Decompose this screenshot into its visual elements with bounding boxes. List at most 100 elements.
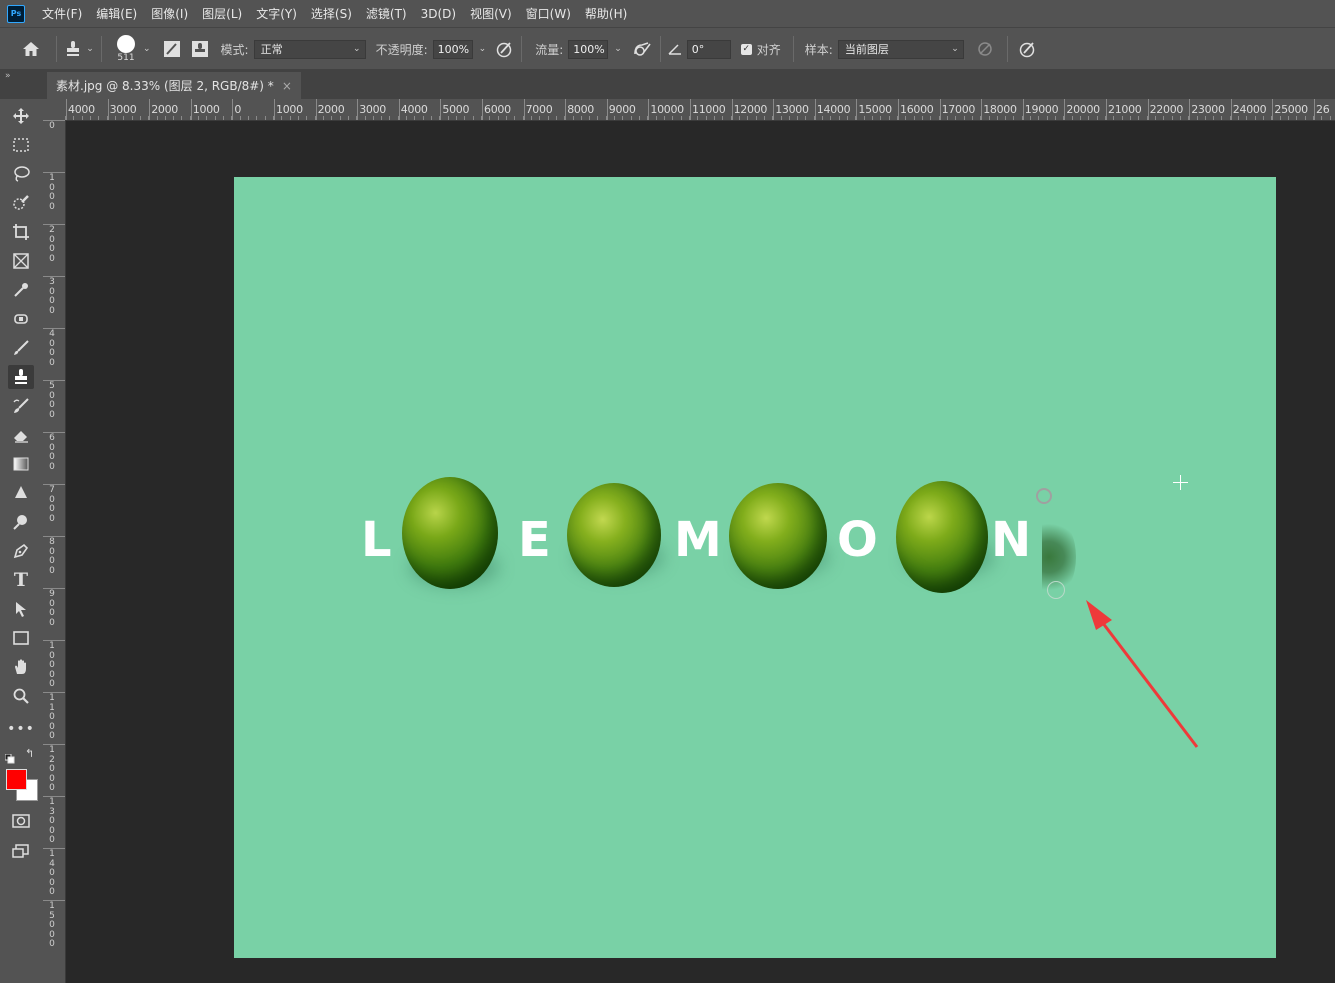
ruler-tick [690, 99, 691, 120]
frame-tool-icon[interactable] [8, 249, 34, 273]
ignore-adjustment-layers-icon[interactable] [970, 41, 1000, 57]
opacity-input[interactable]: 100% [432, 39, 473, 59]
toggle-clone-source-icon[interactable] [185, 40, 215, 58]
eyedropper-tool-icon[interactable] [8, 278, 34, 302]
menu-layer[interactable]: 图层(L) [202, 5, 242, 22]
ruler-minor-tick [1005, 116, 1007, 120]
ruler-minor-tick [672, 116, 674, 120]
move-tool-icon[interactable] [8, 104, 34, 128]
zoom-tool-icon[interactable] [8, 684, 34, 708]
ruler-minor-tick [647, 116, 649, 120]
angle-input[interactable]: 0° [686, 39, 731, 59]
sample-select[interactable]: 当前图层 ⌄ [837, 39, 964, 59]
close-icon[interactable]: × [282, 79, 292, 93]
quick-select-tool-icon[interactable] [8, 191, 34, 215]
menu-bar: Ps 文件(F) 编辑(E) 图像(I) 图层(L) 文字(Y) 选择(S) 滤… [0, 0, 1335, 27]
ruler-minor-tick [422, 116, 424, 120]
history-brush-tool-icon[interactable] [8, 394, 34, 418]
foreground-color-swatch[interactable] [6, 769, 27, 790]
rectangle-tool-icon[interactable] [8, 626, 34, 650]
path-select-tool-icon[interactable] [8, 597, 34, 621]
vertical-ruler[interactable]: 0 1000 2000 3000 4000 5000 6000 7000 8000 9000 100… [43, 120, 66, 983]
ruler-tick [814, 99, 816, 120]
ruler-minor-tick [722, 116, 724, 120]
photoshop-logo-icon: Ps [7, 4, 25, 23]
ruler-tick [149, 99, 151, 120]
gradient-tool-icon[interactable] [8, 452, 34, 476]
ruler-minor-tick [414, 116, 416, 120]
ruler-minor-tick [589, 116, 591, 120]
ruler-tick [1189, 99, 1191, 120]
menu-view[interactable]: 视图(V) [470, 5, 512, 22]
ruler-minor-tick [1296, 116, 1298, 120]
brush-tool-icon[interactable] [8, 336, 34, 360]
lemon-image [729, 483, 827, 589]
horizontal-ruler[interactable]: 4000 3000 2000 1000 0 1000 2000 3000 4000 5000 600… [65, 99, 1335, 121]
ruler-tick [898, 99, 899, 120]
flow-label: 流量: [535, 42, 564, 57]
ruler-label: 14000 [49, 849, 55, 897]
menu-type[interactable]: 文字(Y) [256, 5, 297, 22]
letter-l: L [361, 512, 392, 568]
mode-select[interactable]: 正常 ⌄ [253, 39, 366, 59]
ruler-label: 8000 [49, 537, 55, 576]
pen-tool-icon[interactable] [8, 539, 34, 563]
airbrush-icon[interactable] [630, 40, 654, 58]
healing-brush-tool-icon[interactable] [8, 307, 34, 331]
menu-help[interactable]: 帮助(H) [585, 5, 627, 22]
ruler-tick [1106, 99, 1107, 120]
ruler-tick [274, 99, 275, 120]
menu-window[interactable]: 窗口(W) [526, 5, 571, 22]
menu-image[interactable]: 图像(I) [151, 5, 188, 22]
ruler-minor-tick [788, 116, 790, 120]
flow-input[interactable]: 100% [568, 39, 609, 59]
ruler-minor-tick [98, 116, 100, 120]
ruler-minor-tick [356, 116, 358, 120]
mode-label: 模式: [220, 42, 249, 57]
ruler-minor-tick [1329, 116, 1331, 120]
chevron-down-icon[interactable]: ⌄ [479, 44, 487, 54]
document-tab-title: 素材.jpg @ 8.33% (图层 2, RGB/8#) * [56, 79, 274, 93]
ruler-minor-tick [439, 116, 441, 120]
ruler-origin[interactable] [43, 99, 66, 121]
brush-preset-picker[interactable]: 511 [113, 35, 139, 63]
annotation-arrow [1086, 600, 1199, 748]
hand-tool-icon[interactable] [8, 655, 34, 679]
chevron-down-icon[interactable]: ⌄ [143, 44, 151, 54]
chevron-down-icon[interactable]: ⌄ [614, 44, 622, 54]
pressure-size-icon[interactable] [1015, 40, 1039, 58]
dodge-tool-icon[interactable] [8, 510, 34, 534]
menu-file[interactable]: 文件(F) [42, 5, 82, 22]
home-icon[interactable] [20, 40, 42, 58]
screen-mode-icon[interactable] [8, 839, 34, 863]
more-tools-icon[interactable]: ••• [7, 717, 34, 741]
collapse-panels-icon[interactable]: » [5, 71, 11, 81]
ruler-minor-tick [89, 116, 91, 120]
quick-mask-icon[interactable] [8, 809, 34, 833]
type-tool-icon[interactable]: T [8, 568, 34, 592]
ruler-minor-tick [1313, 116, 1314, 120]
eraser-tool-icon[interactable] [8, 423, 34, 447]
blur-tool-icon[interactable] [8, 481, 34, 505]
menu-filter[interactable]: 滤镜(T) [366, 5, 407, 22]
toggle-brush-settings-icon[interactable] [159, 40, 185, 58]
clone-stamp-tool-icon[interactable] [8, 365, 34, 389]
menu-select[interactable]: 选择(S) [311, 5, 352, 22]
clone-stamp-preset-icon[interactable]: ⌄ [64, 40, 94, 58]
lasso-tool-icon[interactable] [8, 162, 34, 186]
ruler-minor-tick [472, 116, 474, 120]
crop-tool-icon[interactable] [8, 220, 34, 244]
pressure-opacity-icon[interactable] [494, 40, 514, 58]
swap-colors-icon[interactable]: ↰ [25, 747, 34, 760]
ruler-minor-tick [397, 116, 399, 120]
menu-3d[interactable]: 3D(D) [421, 7, 456, 21]
aligned-checkbox[interactable]: ✓ [740, 43, 752, 55]
menu-edit[interactable]: 编辑(E) [96, 5, 137, 22]
default-colors-icon[interactable] [4, 749, 15, 764]
ruler-minor-tick [639, 116, 641, 120]
ruler-minor-tick [381, 116, 383, 120]
document-canvas[interactable]: L E M O N [234, 177, 1276, 958]
document-tab[interactable]: 素材.jpg @ 8.33% (图层 2, RGB/8#) * × [47, 72, 301, 99]
marquee-tool-icon[interactable] [8, 133, 34, 157]
ruler-minor-tick [297, 116, 299, 120]
